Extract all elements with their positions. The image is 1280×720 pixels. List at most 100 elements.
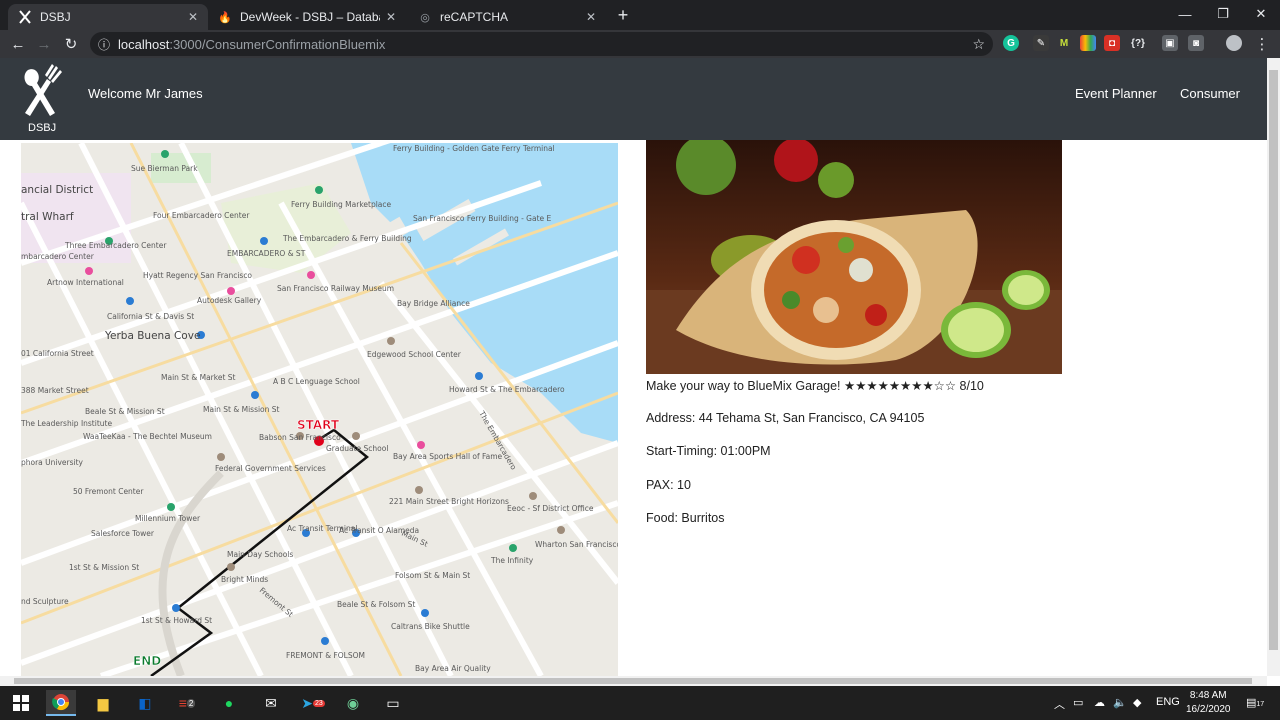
map-label: Caltrans Bike Shuttle	[391, 622, 470, 631]
pen-extension-icon[interactable]: ✎	[1033, 35, 1049, 51]
tray-chevron-icon[interactable]: ︿	[1054, 696, 1065, 712]
event-pax: PAX: 10	[646, 478, 691, 492]
notification-count: 17	[1256, 701, 1265, 708]
terminal-icon[interactable]: ▭	[378, 690, 408, 716]
clock-time: 8:48 AM	[1189, 690, 1227, 701]
app-navbar: DSBJ Welcome Mr James Event Planner Cons…	[0, 58, 1267, 140]
map-label: Three Embarcadero Center	[64, 241, 167, 250]
lock-extension-icon[interactable]: ▣	[1162, 35, 1178, 51]
map-label: 1st St & Howard St	[141, 616, 212, 625]
event-address: Address: 44 Tehama St, San Francisco, CA…	[646, 411, 925, 425]
chrome-icon[interactable]	[46, 690, 76, 716]
maximize-button[interactable]: ❐	[1204, 0, 1242, 28]
window-close-button[interactable]: ✕	[1242, 0, 1280, 28]
spotify-icon[interactable]: ●	[214, 690, 244, 716]
map-label: Folsom St & Main St	[395, 571, 470, 580]
menu-icon[interactable]: ⋮	[1252, 34, 1272, 54]
telegram-icon[interactable]: ➤ 23	[298, 690, 328, 716]
tab-title: DSBJ	[40, 10, 71, 24]
browser-tab-strip: DSBJ ✕ 🔥 DevWeek - DSBJ – Database – Fi …	[0, 0, 1280, 30]
windows-taskbar: ▆ ◧ ≡ 2 ● ✉ ➤ 23 ◉ ▭ ︿ ▭ ☁ 🔈 ◆ ENG 8:48 AM…	[0, 686, 1280, 720]
reload-icon[interactable]: ↻	[61, 34, 81, 54]
tab-devweek[interactable]: 🔥 DevWeek - DSBJ – Database – Fi ✕	[208, 4, 406, 30]
map-label: Fremont St	[258, 586, 295, 619]
map-label: California St & Davis St	[107, 312, 194, 321]
route-start-label: START	[297, 418, 340, 432]
todoist-icon[interactable]: ≡ 2	[172, 690, 202, 716]
close-icon[interactable]: ✕	[586, 10, 596, 24]
notification-center-icon[interactable]: ▤17	[1246, 696, 1264, 709]
todoist-badge: 2	[186, 698, 196, 708]
map-label: The Embarcadero & Ferry Building	[282, 234, 412, 243]
map-label: San Francisco Ferry Building - Gate E	[413, 214, 552, 223]
nav-consumer[interactable]: Consumer	[1180, 86, 1240, 101]
brand-logo-text: DSBJ	[28, 122, 57, 134]
battery-icon[interactable]: ▭	[1073, 696, 1083, 709]
firebase-favicon: 🔥	[218, 11, 232, 24]
tab-title: DevWeek - DSBJ – Database – Fi	[240, 10, 380, 24]
close-icon[interactable]: ✕	[386, 10, 396, 24]
tab-dsbj[interactable]: DSBJ ✕	[8, 4, 208, 30]
map-label: Salesforce Tower	[91, 529, 155, 538]
red-extension-icon[interactable]: ◘	[1104, 35, 1120, 51]
m-extension-icon[interactable]: M	[1056, 35, 1072, 51]
map-label: FREMONT & FOLSOM	[286, 651, 365, 660]
map-label: Ferry Building Marketplace	[291, 200, 392, 209]
file-explorer-icon[interactable]: ▆	[88, 690, 118, 716]
tab-recaptcha[interactable]: ◎ reCAPTCHA ✕	[408, 4, 606, 30]
camera-extension-icon[interactable]: ◙	[1188, 35, 1204, 51]
vertical-scrollbar[interactable]	[1267, 58, 1280, 676]
telegram-badge: 23	[312, 699, 325, 707]
url-host: localhost	[118, 36, 170, 52]
minimize-button[interactable]: —	[1166, 0, 1204, 28]
clock-date: 16/2/2020	[1186, 704, 1231, 715]
event-start-timing: Start-Timing: 01:00PM	[646, 444, 771, 458]
outlook-icon[interactable]: ◧	[130, 690, 160, 716]
globe-favicon: ◎	[420, 11, 430, 24]
globe-app-icon[interactable]: ◉	[338, 690, 368, 716]
info-icon[interactable]: ⓘ	[98, 36, 110, 53]
system-clock[interactable]: 8:48 AM 16/2/2020	[1186, 689, 1231, 717]
map-label: Bay Bridge Alliance	[397, 299, 470, 308]
map-label: Hyatt Regency San Francisco	[143, 271, 252, 280]
scroll-thumb[interactable]	[14, 678, 1252, 684]
map-label: mbarcadero Center	[21, 252, 95, 261]
bookmark-star-icon[interactable]: ☆	[972, 36, 985, 53]
new-tab-button[interactable]: +	[612, 5, 634, 26]
map-label: Federal Government Services	[215, 464, 326, 473]
map-label: Ferry Building - Golden Gate Ferry Termi…	[393, 144, 555, 153]
forward-icon[interactable]: →	[34, 34, 54, 54]
scroll-thumb[interactable]	[1269, 70, 1278, 650]
dropbox-icon[interactable]: ◆	[1133, 696, 1141, 709]
map-label: The Embarcadero	[477, 409, 519, 472]
map-label: Bright Minds	[221, 575, 268, 584]
profile-avatar[interactable]	[1226, 35, 1242, 51]
map-label: 1st St & Mission St	[69, 563, 139, 572]
fork-knife-icon[interactable]	[20, 64, 64, 120]
route-map[interactable]: Sue Bierman Park ancial District tral Wh…	[21, 143, 618, 676]
map-label: Main Day Schools	[227, 550, 293, 559]
map-label: Bay Area Air Quality	[415, 664, 491, 673]
grammarly-icon[interactable]: G	[1003, 35, 1019, 51]
language-indicator[interactable]: ENG	[1156, 696, 1180, 708]
address-bar[interactable]: ⓘ localhost:3000/ConsumerConfirmationBlu…	[90, 32, 993, 56]
json-extension-icon[interactable]: {?}	[1130, 35, 1146, 51]
event-headline: Make your way to BlueMix Garage! ★★★★★★★…	[646, 379, 984, 393]
close-icon[interactable]: ✕	[188, 10, 198, 24]
windows-start-icon[interactable]	[6, 690, 36, 716]
volume-icon[interactable]: 🔈	[1113, 696, 1127, 709]
onedrive-icon[interactable]: ☁	[1094, 696, 1105, 709]
map-label: Yerba Buena Cove	[104, 330, 200, 342]
tab-title: reCAPTCHA	[440, 10, 509, 24]
color-extension-icon[interactable]	[1080, 35, 1096, 51]
map-label: Main St & Mission St	[203, 405, 280, 414]
nav-event-planner[interactable]: Event Planner	[1075, 86, 1157, 101]
map-label: 01 California Street	[21, 349, 94, 358]
route-end-label: END	[133, 654, 161, 668]
map-label: A B C Lenguage School	[273, 377, 360, 386]
horizontal-scrollbar[interactable]	[0, 676, 1267, 686]
back-icon[interactable]: ←	[8, 34, 28, 54]
map-label: nd Sculpture	[21, 597, 69, 606]
welcome-message: Welcome Mr James	[88, 86, 203, 101]
mail-icon[interactable]: ✉	[256, 690, 286, 716]
